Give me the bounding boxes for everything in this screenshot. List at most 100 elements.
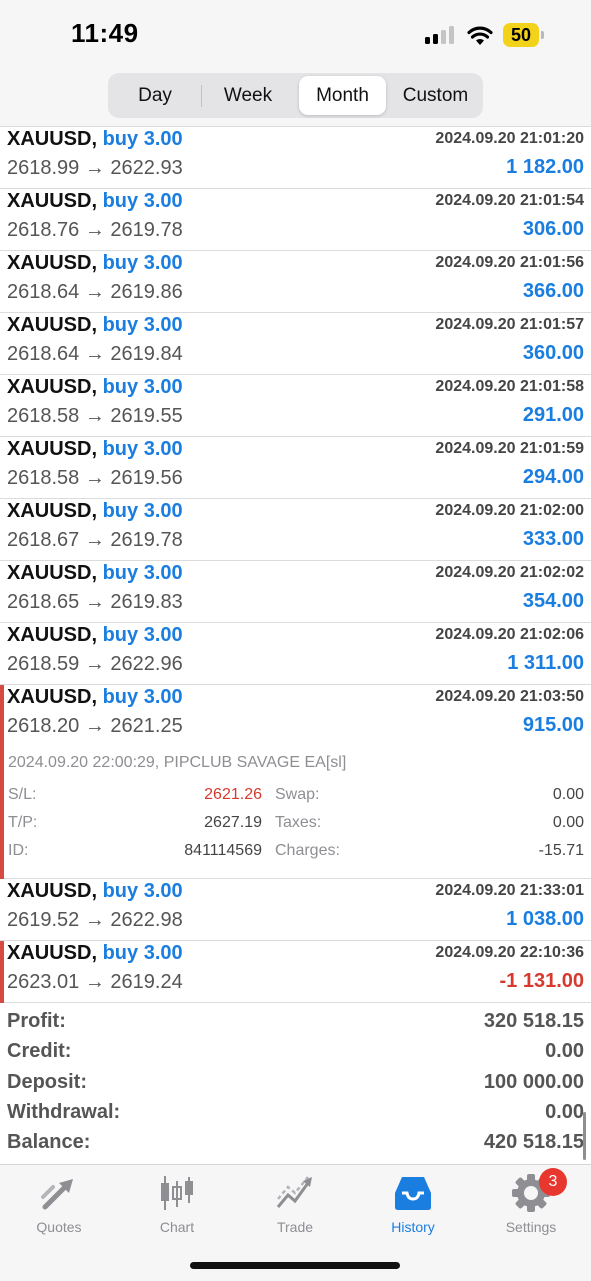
sl-label: S/L: bbox=[8, 786, 37, 803]
trade-symbol: XAUUSD, bbox=[7, 942, 98, 964]
summary-row-withdrawal: Withdrawal: 0.00 bbox=[0, 1099, 591, 1129]
trade-datetime: 2024.09.20 21:01:57 bbox=[435, 316, 584, 333]
trade-datetime: 2024.09.20 22:10:36 bbox=[435, 944, 584, 961]
trade-symbol: XAUUSD, bbox=[7, 438, 98, 460]
trade-row[interactable]: XAUUSD, buy 3.00 2618.58 → 2619.55 2024.… bbox=[0, 375, 591, 437]
summary-label: Credit: bbox=[7, 1040, 72, 1063]
trade-row[interactable]: XAUUSD, buy 3.00 2623.01 → 2619.24 2024.… bbox=[0, 941, 591, 1003]
tab-history[interactable]: History bbox=[354, 1173, 472, 1237]
trade-symbol: XAUUSD, bbox=[7, 314, 98, 336]
trade-row[interactable]: XAUUSD, buy 3.00 2618.65 → 2619.83 2024.… bbox=[0, 561, 591, 623]
trade-side: buy 3.00 bbox=[102, 880, 183, 902]
trade-datetime: 2024.09.20 21:01:54 bbox=[435, 192, 584, 209]
trade-row[interactable]: XAUUSD, buy 3.00 2618.58 → 2619.56 2024.… bbox=[0, 437, 591, 499]
trade-side: buy 3.00 bbox=[102, 376, 183, 398]
tab-label: Quotes bbox=[36, 1219, 82, 1235]
trade-profit: 354.00 bbox=[522, 590, 584, 612]
trade-datetime: 2024.09.20 21:02:02 bbox=[435, 564, 584, 581]
scroll-indicator[interactable] bbox=[583, 1112, 586, 1160]
trade-side: buy 3.00 bbox=[102, 942, 183, 964]
period-segmented-control: Day Week Month Custom bbox=[108, 73, 483, 118]
summary-row-credit: Credit: 0.00 bbox=[0, 1038, 591, 1068]
summary-label: Profit: bbox=[7, 1010, 66, 1032]
settings-notification-badge: 3 bbox=[539, 1168, 567, 1196]
period-month-button[interactable]: Month bbox=[299, 76, 386, 115]
status-time: 11:49 bbox=[71, 18, 139, 48]
trade-prices: 2618.20 → 2621.25 bbox=[7, 715, 183, 737]
summary-row-balance: Balance: 420 518.15 bbox=[0, 1129, 591, 1159]
taxes-label: Taxes: bbox=[275, 814, 322, 831]
taxes-value: 0.00 bbox=[552, 814, 584, 831]
trade-side: buy 3.00 bbox=[102, 128, 183, 150]
trade-profit: 1 311.00 bbox=[507, 652, 584, 674]
trade-row[interactable]: XAUUSD, buy 3.00 2618.59 → 2622.96 2024.… bbox=[0, 623, 591, 685]
summary-label: Balance: bbox=[7, 1131, 91, 1154]
trade-side: buy 3.00 bbox=[102, 314, 183, 336]
summary-value: 0.00 bbox=[545, 1100, 584, 1123]
period-week-button[interactable]: Week bbox=[204, 76, 292, 115]
tab-label: Settings bbox=[505, 1219, 557, 1235]
trade-symbol: XAUUSD, bbox=[7, 252, 98, 274]
trade-symbol: XAUUSD, bbox=[7, 880, 98, 902]
trade-prices: 2623.01 → 2619.24 bbox=[7, 971, 183, 993]
trade-datetime: 2024.09.20 21:02:06 bbox=[435, 626, 584, 643]
trade-side: buy 3.00 bbox=[102, 500, 183, 522]
sl-value: 2621.26 bbox=[204, 786, 262, 803]
summary-value: 100 000.00 bbox=[483, 1070, 584, 1093]
trade-symbol: XAUUSD, bbox=[7, 500, 98, 522]
trade-prices: 2618.99 → 2622.93 bbox=[7, 157, 183, 179]
trade-prices: 2619.52 → 2622.98 bbox=[7, 909, 183, 931]
swap-value: 0.00 bbox=[552, 786, 584, 803]
summary-row-profit: Profit: 320 518.15 bbox=[0, 1008, 591, 1038]
trade-prices: 2618.76 → 2619.78 bbox=[7, 219, 183, 241]
trade-profit: 1 182.00 bbox=[506, 156, 584, 178]
charges-value: -15.71 bbox=[538, 842, 584, 859]
summary-row-deposit: Deposit: 100 000.00 bbox=[0, 1069, 591, 1099]
trade-symbol: XAUUSD, bbox=[7, 128, 98, 150]
trade-row[interactable]: XAUUSD, buy 3.00 2618.99 → 2622.93 2024.… bbox=[0, 127, 591, 189]
tab-chart[interactable]: Chart bbox=[118, 1173, 236, 1237]
trade-prices: 2618.58 → 2619.55 bbox=[7, 405, 183, 427]
tab-settings[interactable]: Settings bbox=[472, 1173, 590, 1237]
trade-profit: 360.00 bbox=[522, 342, 584, 364]
trade-profit: 915.00 bbox=[522, 714, 584, 736]
summary-value: 420 518.15 bbox=[483, 1131, 584, 1154]
quotes-arrows-icon bbox=[41, 1179, 73, 1210]
tab-label: Trade bbox=[276, 1219, 314, 1235]
period-day-button[interactable]: Day bbox=[112, 76, 198, 115]
trade-row[interactable]: XAUUSD, buy 3.00 2618.64 → 2619.84 2024.… bbox=[0, 313, 591, 375]
trade-profit: 1 038.00 bbox=[506, 908, 584, 930]
trade-row[interactable]: XAUUSD, buy 3.00 2618.67 → 2619.78 2024.… bbox=[0, 499, 591, 561]
summary-label: Withdrawal: bbox=[7, 1100, 121, 1123]
trade-prices: 2618.58 → 2619.56 bbox=[7, 467, 183, 489]
cellular-signal-icon bbox=[425, 26, 457, 44]
trade-side: buy 3.00 bbox=[102, 438, 183, 460]
trade-row[interactable]: XAUUSD, buy 3.00 2618.76 → 2619.78 2024.… bbox=[0, 189, 591, 251]
tp-value: 2627.19 bbox=[204, 814, 262, 831]
charges-label: Charges: bbox=[275, 842, 340, 859]
status-bar: 11:49 50 bbox=[0, 0, 591, 70]
trade-symbol: XAUUSD, bbox=[7, 624, 98, 646]
id-value: 841114569 bbox=[184, 842, 262, 859]
candlestick-chart-icon bbox=[161, 1176, 193, 1210]
tab-quotes[interactable]: Quotes bbox=[0, 1173, 118, 1237]
account-summary: Profit: 320 518.15 Credit: 0.00 Deposit:… bbox=[0, 1008, 591, 1159]
summary-value: 320 518.15 bbox=[483, 1010, 584, 1032]
period-custom-button[interactable]: Custom bbox=[391, 76, 480, 115]
trade-datetime: 2024.09.20 21:33:01 bbox=[435, 882, 584, 899]
trade-prices: 2618.65 → 2619.83 bbox=[7, 591, 183, 613]
trade-profit: 366.00 bbox=[522, 280, 584, 302]
wifi-icon bbox=[467, 26, 493, 45]
battery-tip bbox=[541, 31, 544, 39]
trade-symbol: XAUUSD, bbox=[7, 190, 98, 212]
tab-trade[interactable]: Trade bbox=[236, 1173, 354, 1237]
trade-side: buy 3.00 bbox=[102, 190, 183, 212]
segment-divider bbox=[201, 85, 202, 107]
trade-row-expanded[interactable]: XAUUSD, buy 3.00 2618.20 → 2621.25 2024.… bbox=[0, 685, 591, 879]
trade-prices: 2618.64 → 2619.86 bbox=[7, 281, 183, 303]
trade-side: buy 3.00 bbox=[102, 562, 183, 584]
swap-label: Swap: bbox=[275, 786, 320, 803]
trade-symbol: XAUUSD, bbox=[7, 376, 98, 398]
trade-row[interactable]: XAUUSD, buy 3.00 2619.52 → 2622.98 2024.… bbox=[0, 879, 591, 941]
trade-row[interactable]: XAUUSD, buy 3.00 2618.64 → 2619.86 2024.… bbox=[0, 251, 591, 313]
